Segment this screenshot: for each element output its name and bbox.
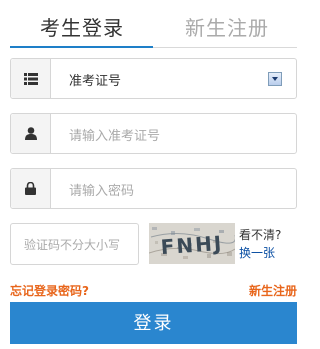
tab-register[interactable]: 新生注册 (185, 12, 269, 41)
captcha-text: FNHJ (160, 231, 224, 259)
list-icon (11, 59, 51, 98)
active-tab-indicator (10, 46, 153, 48)
forgot-password-link[interactable]: 忘记登录密码? (10, 282, 89, 299)
password-field[interactable]: 请输入密码 (10, 168, 297, 209)
login-tabs: 考生登录 新生注册 (10, 0, 297, 48)
captcha-unclear-label: 看不清? (239, 228, 282, 242)
captcha-input[interactable]: 验证码不分大小写 (10, 223, 139, 265)
login-button[interactable]: 登录 (10, 302, 297, 344)
user-icon (11, 114, 51, 153)
lock-icon (11, 169, 51, 208)
exam-type-value: 准考证号 (69, 74, 122, 89)
password-placeholder: 请输入密码 (69, 184, 135, 199)
exam-number-placeholder: 请输入准考证号 (69, 129, 161, 144)
captcha-refresh-link[interactable]: 换一张 (239, 244, 281, 262)
captcha-placeholder: 验证码不分大小写 (24, 238, 121, 252)
chevron-down-icon[interactable] (268, 72, 282, 86)
tab-login[interactable]: 考生登录 (40, 12, 124, 41)
captcha-help: 看不清? 换一张 (239, 226, 281, 262)
register-link[interactable]: 新生注册 (249, 282, 297, 299)
exam-type-select[interactable]: 准考证号 (10, 58, 297, 99)
captcha-image[interactable]: FNHJ (149, 223, 235, 264)
exam-number-field[interactable]: 请输入准考证号 (10, 113, 297, 154)
